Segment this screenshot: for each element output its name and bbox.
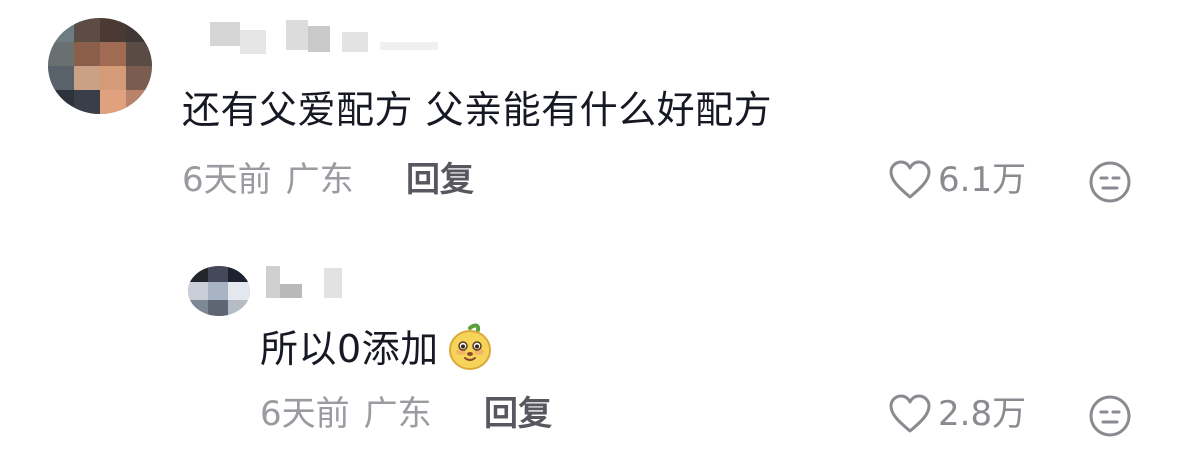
neutral-face-icon xyxy=(1088,160,1132,204)
heart-outline-icon xyxy=(888,394,932,434)
reply-meta: 6天前 广东 xyxy=(260,394,432,434)
reply-like-button[interactable]: 2.8万 xyxy=(888,394,1026,434)
reply-username-blurred[interactable] xyxy=(262,266,352,302)
reply-button[interactable]: 回复 xyxy=(406,160,474,200)
reply-time: 6天前 xyxy=(260,394,350,434)
mango-face-emoji xyxy=(445,322,495,381)
reply-location: 广东 xyxy=(363,394,432,434)
like-count: 6.1万 xyxy=(938,160,1027,200)
dislike-button[interactable] xyxy=(1088,160,1132,204)
heart-outline-icon xyxy=(888,160,932,200)
like-button[interactable]: 6.1万 xyxy=(888,160,1026,200)
reply-like-count: 2.8万 xyxy=(938,394,1027,434)
comment-time: 6天前 xyxy=(182,160,272,200)
comment-meta: 6天前 广东 xyxy=(182,160,354,200)
avatar[interactable] xyxy=(48,18,152,114)
username-blurred[interactable] xyxy=(210,20,450,56)
reply-reply-button[interactable]: 回复 xyxy=(484,394,552,434)
reply-dislike-button[interactable] xyxy=(1088,394,1132,438)
reply-text: 所以0添加 xyxy=(260,322,495,381)
reply-avatar[interactable] xyxy=(188,266,250,316)
comment-text: 还有父爱配方 父亲能有什么好配方 xyxy=(182,88,773,132)
neutral-face-icon xyxy=(1088,394,1132,438)
comment-location: 广东 xyxy=(285,160,354,200)
